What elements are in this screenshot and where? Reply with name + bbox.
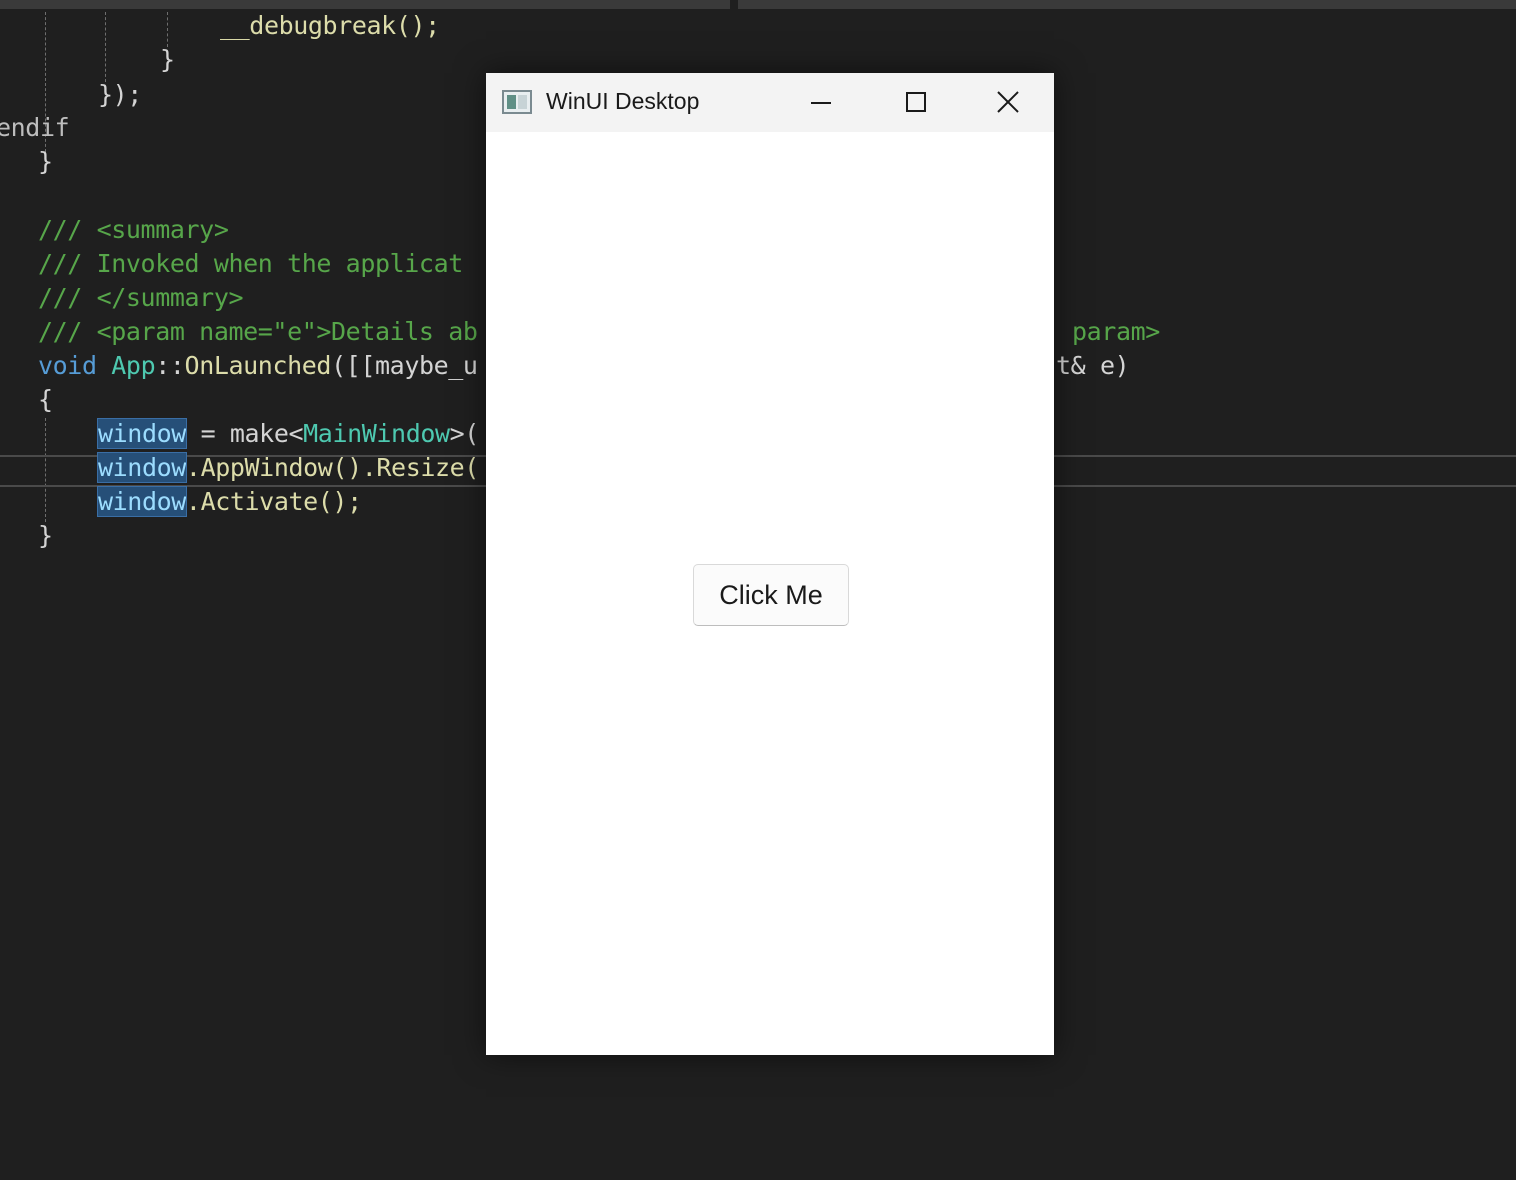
code-line: }: [38, 147, 53, 176]
close-icon: [997, 91, 1019, 113]
code-line: window.Activate();: [97, 486, 362, 517]
minimize-icon: [811, 102, 831, 104]
code-line: }: [38, 521, 53, 550]
window-title: WinUI Desktop: [546, 88, 700, 114]
indent-guide: [167, 12, 168, 47]
code-line: /// </summary>: [38, 283, 244, 312]
code-line: /// Invoked when the applicat: [38, 249, 463, 278]
code-line: }: [160, 45, 175, 74]
maximize-button[interactable]: [871, 73, 961, 132]
maximize-icon: [906, 92, 926, 112]
app-window[interactable]: WinUI Desktop Click Me: [486, 73, 1054, 1055]
code-line: __debugbreak();: [220, 11, 440, 40]
code-line: });: [98, 80, 142, 109]
minimize-button[interactable]: [781, 73, 871, 132]
selected-word: window: [97, 418, 187, 449]
selected-word: window: [97, 486, 187, 517]
code-line: {: [38, 385, 53, 414]
code-line: void App::OnLaunched([[maybe_u: [38, 351, 478, 380]
code-line: /// <param name="e">Details ab: [38, 317, 478, 346]
title-bar[interactable]: WinUI Desktop: [486, 73, 1054, 132]
code-line: window.AppWindow().Resize(: [97, 452, 479, 483]
selected-word: window: [97, 452, 187, 483]
code-line: /// <summary>: [38, 215, 229, 244]
code-line: endif: [0, 113, 70, 142]
close-button[interactable]: [961, 73, 1054, 132]
code-line: window = make<MainWindow>(: [97, 418, 479, 449]
code-line: t& e): [1056, 351, 1130, 380]
click-me-button[interactable]: Click Me: [693, 564, 849, 626]
code-line: param>: [1072, 317, 1160, 346]
app-window-icon: [502, 90, 532, 114]
indent-guide: [105, 12, 106, 82]
